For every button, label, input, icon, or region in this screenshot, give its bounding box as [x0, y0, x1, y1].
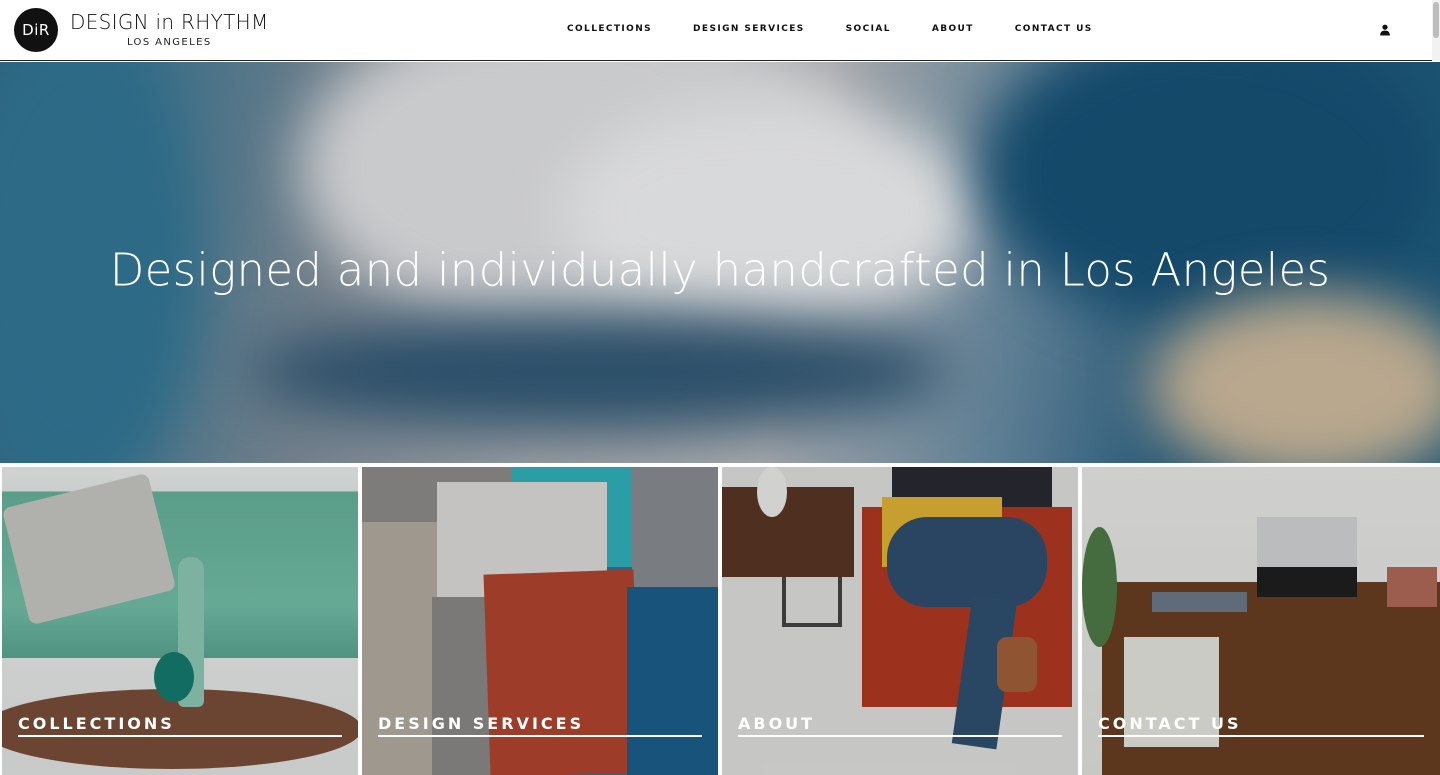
site-logo[interactable]: DiR DESIGN in RHYTHM LOS ANGELES — [14, 8, 269, 52]
hero-banner: Designed and individually handcrafted in… — [0, 62, 1440, 463]
site-header: DiR DESIGN in RHYTHM LOS ANGELES COLLECT… — [0, 0, 1440, 61]
tile-label-design-services: DESIGN SERVICES — [378, 715, 702, 737]
nav-item-about[interactable]: ABOUT — [932, 24, 974, 34]
hero-texture-dark — [250, 312, 950, 432]
scrollbar-thumb[interactable] — [1433, 2, 1439, 38]
brand-name: DESIGN in RHYTHM — [70, 10, 269, 34]
category-tiles: COLLECTIONS DESIGN SERVICES ABOUT CONTAC… — [0, 463, 1440, 775]
main-nav: COLLECTIONS DESIGN SERVICES SOCIAL ABOUT… — [567, 24, 1093, 34]
tile-label-about: ABOUT — [738, 715, 1062, 737]
nav-item-collections[interactable]: COLLECTIONS — [567, 24, 652, 34]
logo-wordmark: DESIGN in RHYTHM LOS ANGELES — [70, 12, 269, 48]
tile-design-services[interactable]: DESIGN SERVICES — [362, 467, 718, 775]
hero-headline: Designed and individually handcrafted in… — [109, 243, 1331, 297]
nav-item-contact-us[interactable]: CONTACT US — [1015, 24, 1093, 34]
brand-location: LOS ANGELES — [126, 37, 212, 48]
user-icon[interactable] — [1379, 24, 1391, 36]
nav-item-design-services[interactable]: DESIGN SERVICES — [693, 24, 805, 34]
tile-label-contact-us: CONTACT US — [1098, 715, 1424, 737]
tile-label-collections: COLLECTIONS — [18, 715, 342, 737]
tile-about[interactable]: ABOUT — [722, 467, 1078, 775]
page-scrollbar[interactable] — [1432, 0, 1440, 61]
logo-mark: DiR — [14, 8, 58, 52]
nav-item-social[interactable]: SOCIAL — [846, 24, 891, 34]
tile-contact-us[interactable]: CONTACT US — [1082, 467, 1440, 775]
tile-collections[interactable]: COLLECTIONS — [2, 467, 358, 775]
